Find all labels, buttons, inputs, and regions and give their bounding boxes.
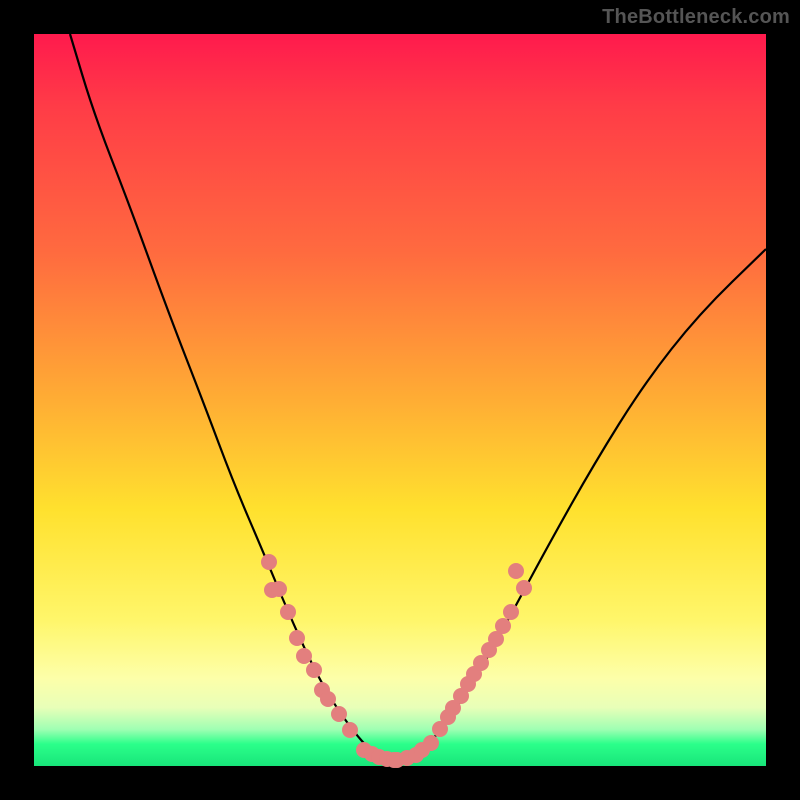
chart-frame: TheBottleneck.com xyxy=(0,0,800,800)
data-dot xyxy=(495,618,511,634)
chart-svg xyxy=(34,34,766,766)
data-dot xyxy=(342,722,358,738)
data-dot xyxy=(508,563,524,579)
data-dot xyxy=(331,706,347,722)
data-dot xyxy=(289,630,305,646)
plot-area xyxy=(34,34,766,766)
data-dot xyxy=(503,604,519,620)
data-dot xyxy=(271,581,287,597)
data-dot xyxy=(306,662,322,678)
data-dots xyxy=(261,554,532,768)
data-dot xyxy=(516,580,532,596)
bottleneck-curve-right xyxy=(396,249,766,764)
bottleneck-curve-left xyxy=(70,34,396,764)
data-dot xyxy=(280,604,296,620)
data-dot xyxy=(320,691,336,707)
data-dot xyxy=(296,648,312,664)
watermark-text: TheBottleneck.com xyxy=(602,6,790,29)
data-dot xyxy=(423,735,439,751)
data-dot xyxy=(261,554,277,570)
